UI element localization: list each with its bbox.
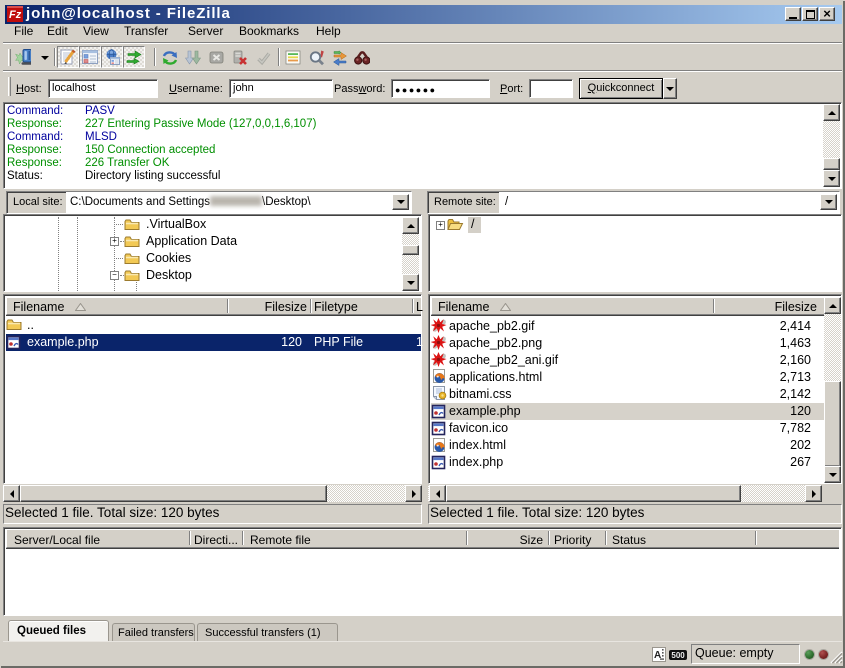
svg-text:500: 500 [671,651,685,660]
svg-text:Fz: Fz [9,9,22,21]
